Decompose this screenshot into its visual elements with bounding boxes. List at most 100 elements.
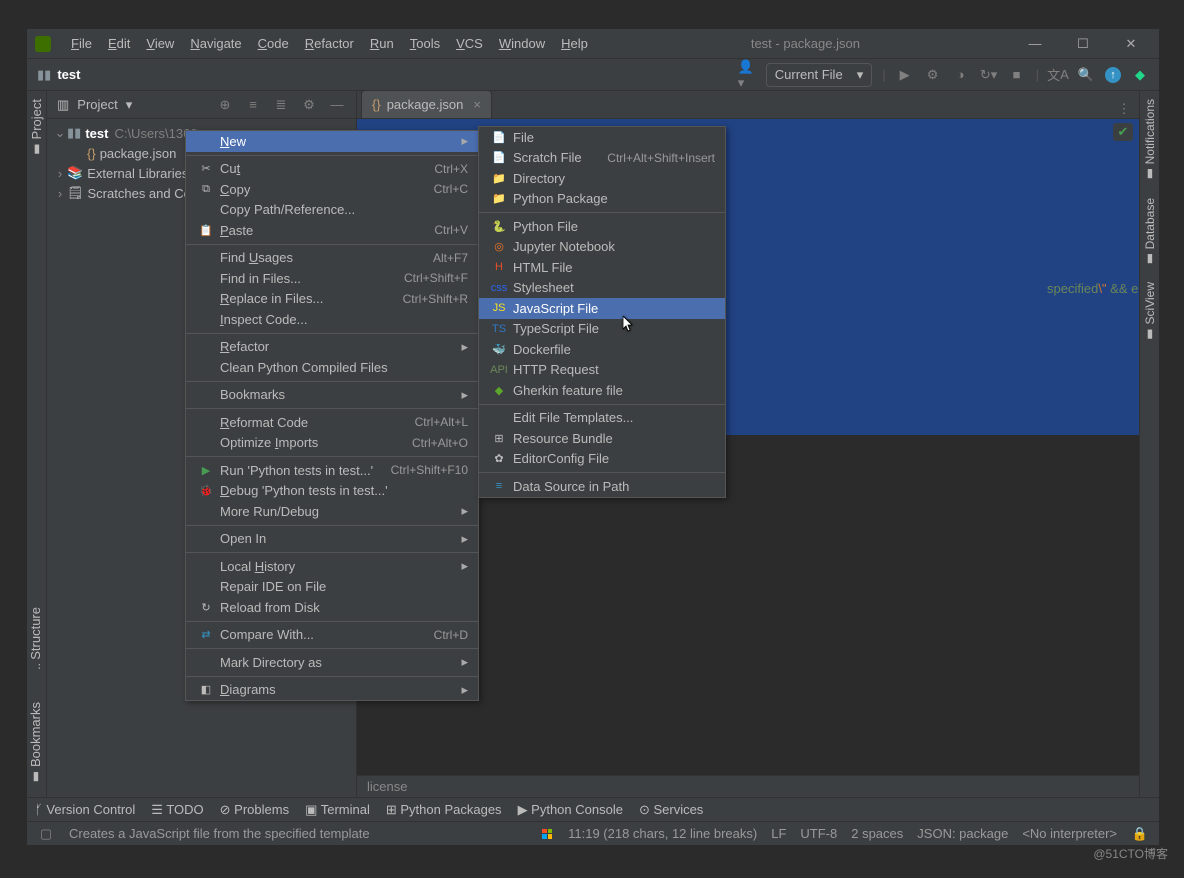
new-submenu-item-stylesheet[interactable]: cssStylesheet xyxy=(479,278,725,299)
translate-icon[interactable]: 文A xyxy=(1049,66,1067,84)
run-configuration-selector[interactable]: Current File ▾ xyxy=(766,63,872,87)
coverage-button-icon[interactable]: ◑ xyxy=(952,66,970,84)
new-submenu-item-typescript-file[interactable]: TSTypeScript File xyxy=(479,319,725,340)
run-button-icon[interactable]: ▶ xyxy=(896,66,914,84)
menu-window[interactable]: Window xyxy=(491,32,553,55)
breadcrumb-root[interactable]: test xyxy=(57,67,80,82)
new-submenu-item-python-package[interactable]: 📁Python Package xyxy=(479,189,725,210)
context-menu-item-mark-directory-as[interactable]: Mark Directory as▸ xyxy=(186,652,478,673)
stop-button-icon[interactable]: ■ xyxy=(1008,66,1026,84)
profile-button-icon[interactable]: ↻▾ xyxy=(980,66,998,84)
menu-help[interactable]: Help xyxy=(553,32,596,55)
context-menu-item-new[interactable]: New▸ xyxy=(186,131,478,152)
bottom-tab-python-packages[interactable]: ⊞ Python Packages xyxy=(386,802,502,818)
menu-file[interactable]: File xyxy=(63,32,100,55)
editor-breadcrumb[interactable]: license xyxy=(357,775,1139,797)
context-menu-item-debug-python-tests-in-test[interactable]: 🐞Debug 'Python tests in test...' xyxy=(186,481,478,502)
menu-code[interactable]: Code xyxy=(250,32,297,55)
context-menu-item-replace-in-files[interactable]: Replace in Files...Ctrl+Shift+R xyxy=(186,289,478,310)
lock-icon[interactable]: 🔒 xyxy=(1131,825,1149,843)
menu-refactor[interactable]: Refactor xyxy=(297,32,362,55)
window-close-button[interactable]: ✕ xyxy=(1111,36,1151,52)
menu-navigate[interactable]: Navigate xyxy=(182,32,249,55)
menu-tools[interactable]: Tools xyxy=(402,32,448,55)
context-menu-item-find-usages[interactable]: Find UsagesAlt+F7 xyxy=(186,248,478,269)
chevron-down-icon[interactable]: ▾ xyxy=(126,97,133,113)
collapse-all-icon[interactable]: ≣ xyxy=(272,96,290,114)
new-submenu-item-file[interactable]: 📄File xyxy=(479,127,725,148)
expand-chevron-icon[interactable]: ⌄ xyxy=(53,125,67,141)
bottom-tab-problems[interactable]: ⊘ Problems xyxy=(220,802,289,818)
bottom-tab-version-control[interactable]: ᚶ Version Control xyxy=(35,802,135,817)
status-schema[interactable]: JSON: package xyxy=(917,826,1008,841)
context-menu-item-find-in-files[interactable]: Find in Files...Ctrl+Shift+F xyxy=(186,268,478,289)
ide-settings-icon[interactable]: ◆ xyxy=(1131,66,1149,84)
new-submenu-item-http-request[interactable]: APIHTTP Request xyxy=(479,360,725,381)
context-menu-item-copy-path-reference[interactable]: Copy Path/Reference... xyxy=(186,200,478,221)
context-menu-item-inspect-code[interactable]: Inspect Code... xyxy=(186,309,478,330)
hide-panel-icon[interactable]: — xyxy=(328,96,346,114)
context-menu-item-reload-from-disk[interactable]: ↻Reload from Disk xyxy=(186,597,478,618)
context-menu-item-optimize-imports[interactable]: Optimize ImportsCtrl+Alt+O xyxy=(186,433,478,454)
new-submenu-item-html-file[interactable]: HHTML File xyxy=(479,257,725,278)
expand-chevron-icon[interactable]: › xyxy=(53,166,67,181)
context-menu-item-local-history[interactable]: Local History▸ xyxy=(186,556,478,577)
menu-vcs[interactable]: VCS xyxy=(448,32,491,55)
context-menu-item-clean-python-compiled-files[interactable]: Clean Python Compiled Files xyxy=(186,357,478,378)
tool-window-tab-bookmarks[interactable]: ▮ Bookmarks xyxy=(26,694,46,792)
context-menu-item-reformat-code[interactable]: Reformat CodeCtrl+Alt+L xyxy=(186,412,478,433)
context-menu-item-repair-ide-on-file[interactable]: Repair IDE on File xyxy=(186,577,478,598)
bottom-tab-services[interactable]: ⊙ Services xyxy=(639,802,703,818)
context-menu-item-more-run-debug[interactable]: More Run/Debug▸ xyxy=(186,501,478,522)
settings-icon[interactable]: ⚙ xyxy=(300,96,318,114)
menu-edit[interactable]: Edit xyxy=(100,32,138,55)
tool-window-tab-sciview[interactable]: ▮ SciView xyxy=(1141,274,1159,350)
context-menu-item-copy[interactable]: ⧉CopyCtrl+C xyxy=(186,179,478,200)
window-maximize-button[interactable]: ☐ xyxy=(1063,36,1103,52)
context-menu-item-paste[interactable]: 📋PasteCtrl+V xyxy=(186,220,478,241)
tool-windows-icon[interactable]: ▢ xyxy=(37,825,55,843)
new-submenu-item-javascript-file[interactable]: JSJavaScript File xyxy=(479,298,725,319)
tab-options-icon[interactable]: ⋮ xyxy=(1115,100,1133,118)
close-tab-icon[interactable]: × xyxy=(473,97,481,112)
menu-run[interactable]: Run xyxy=(362,32,402,55)
expand-chevron-icon[interactable]: › xyxy=(53,186,67,201)
new-submenu-item-editorconfig-file[interactable]: ✿EditorConfig File xyxy=(479,449,725,470)
new-submenu-item-python-file[interactable]: 🐍Python File xyxy=(479,216,725,237)
status-line-separator[interactable]: LF xyxy=(771,826,786,841)
bottom-tab-terminal[interactable]: ▣ Terminal xyxy=(305,802,370,818)
status-interpreter[interactable]: <No interpreter> xyxy=(1022,826,1117,841)
bottom-tab-python-console[interactable]: ▶ Python Console xyxy=(518,802,623,818)
context-menu-item-cut[interactable]: ✂CutCtrl+X xyxy=(186,159,478,180)
new-submenu-item-jupyter-notebook[interactable]: ◎Jupyter Notebook xyxy=(479,237,725,258)
expand-all-icon[interactable]: ≡ xyxy=(244,96,262,114)
new-submenu-item-gherkin-feature-file[interactable]: ◆Gherkin feature file xyxy=(479,380,725,401)
status-indent[interactable]: 2 spaces xyxy=(851,826,903,841)
select-opened-file-icon[interactable]: ⊕ xyxy=(216,96,234,114)
tool-window-tab-structure[interactable]: .. Structure xyxy=(26,599,46,678)
debug-button-icon[interactable]: ⚙ xyxy=(924,66,942,84)
bottom-tab-todo[interactable]: ☰ TODO xyxy=(151,802,203,818)
tool-window-tab-database[interactable]: ▮ Database xyxy=(1141,190,1159,275)
tool-window-tab-notifications[interactable]: ▮ Notifications xyxy=(1141,91,1159,190)
new-submenu-item-data-source-in-path[interactable]: ≡Data Source in Path xyxy=(479,476,725,497)
new-submenu-item-dockerfile[interactable]: 🐳Dockerfile xyxy=(479,339,725,360)
inspection-status-icon[interactable]: ✔ xyxy=(1113,123,1133,141)
context-menu-item-bookmarks[interactable]: Bookmarks▸ xyxy=(186,385,478,406)
update-icon[interactable]: ↑ xyxy=(1105,67,1121,83)
window-minimize-button[interactable]: — xyxy=(1015,36,1055,52)
context-menu-item-compare-with[interactable]: ⇄Compare With...Ctrl+D xyxy=(186,625,478,646)
status-encoding[interactable]: UTF-8 xyxy=(800,826,837,841)
new-submenu-item-directory[interactable]: 📁Directory xyxy=(479,168,725,189)
context-menu-item-open-in[interactable]: Open In▸ xyxy=(186,529,478,550)
editor-tab[interactable]: {} package.json × xyxy=(361,90,492,118)
context-menu-item-refactor[interactable]: Refactor▸ xyxy=(186,337,478,358)
user-icon[interactable]: 👤▾ xyxy=(738,66,756,84)
context-menu-item-diagrams[interactable]: ◧Diagrams▸ xyxy=(186,680,478,701)
new-submenu-item-edit-file-templates[interactable]: Edit File Templates... xyxy=(479,408,725,429)
status-caret-position[interactable]: 11:19 (218 chars, 12 line breaks) xyxy=(568,826,757,841)
context-menu-item-run-python-tests-in-test[interactable]: ▶Run 'Python tests in test...'Ctrl+Shift… xyxy=(186,460,478,481)
new-submenu-item-scratch-file[interactable]: 📄Scratch FileCtrl+Alt+Shift+Insert xyxy=(479,148,725,169)
menu-view[interactable]: View xyxy=(138,32,182,55)
search-everywhere-icon[interactable]: 🔍 xyxy=(1077,66,1095,84)
